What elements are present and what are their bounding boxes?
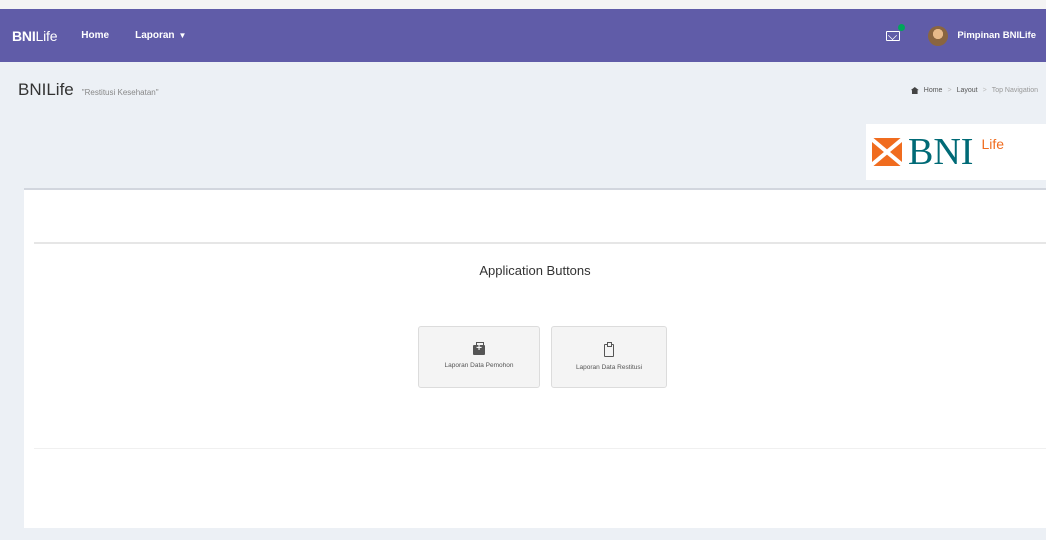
- laporan-data-restitusi-button[interactable]: Laporan Data Restitusi: [551, 326, 667, 388]
- main-navbar: BNILife Home Laporan ▼ Pimpinan BNILife: [0, 9, 1046, 62]
- panel-footer-divider: [34, 448, 1046, 449]
- envelope-icon[interactable]: [886, 23, 906, 41]
- notification-badge: [898, 23, 906, 31]
- breadcrumb-separator: >: [982, 87, 987, 94]
- main-panel: Application Buttons Laporan Data Pemohon…: [24, 188, 1046, 528]
- caret-down-icon: ▼: [178, 31, 187, 40]
- bni-logo-mark-icon: [872, 138, 902, 166]
- app-buttons-group: Laporan Data Pemohon Laporan Data Restit…: [418, 326, 678, 388]
- brand-logo[interactable]: BNILife: [12, 28, 57, 44]
- navbar-right: Pimpinan BNILife: [886, 9, 1036, 62]
- nav-home-link[interactable]: Home: [81, 30, 109, 41]
- home-icon: [910, 87, 919, 94]
- logo-suffix: Life: [981, 136, 1005, 152]
- page-title: BNILife "Restitusi Kesehatan": [18, 80, 159, 99]
- clipboard-icon: [604, 341, 614, 357]
- laporan-data-pemohon-button[interactable]: Laporan Data Pemohon: [418, 326, 540, 388]
- breadcrumb-home[interactable]: Home: [924, 87, 943, 94]
- panel-divider: [34, 242, 1046, 244]
- bni-life-logo: BNI Life: [866, 124, 1046, 180]
- section-title: Application Buttons: [479, 263, 591, 278]
- page-subtitle: "Restitusi Kesehatan": [81, 88, 159, 97]
- breadcrumb-separator: >: [947, 87, 952, 94]
- breadcrumb-layout[interactable]: Layout: [957, 87, 978, 94]
- button-label: Laporan Data Pemohon: [444, 362, 514, 369]
- logo-text: BNI: [908, 131, 974, 173]
- browser-top-strip: [0, 0, 1046, 9]
- medkit-icon: [473, 342, 485, 355]
- user-menu-name[interactable]: Pimpinan BNILife: [957, 30, 1036, 41]
- nav-laporan-dropdown[interactable]: Laporan ▼: [135, 30, 186, 41]
- user-avatar[interactable]: [928, 25, 949, 46]
- button-label: Laporan Data Restitusi: [575, 363, 643, 371]
- breadcrumb-current: Top Navigation: [991, 87, 1038, 94]
- breadcrumb: Home > Layout > Top Navigation: [910, 87, 1038, 94]
